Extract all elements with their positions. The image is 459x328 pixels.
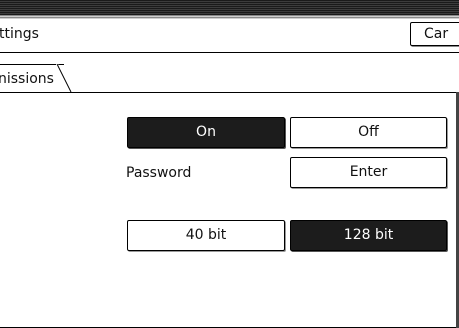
tab-permissions-label: nissions bbox=[0, 71, 54, 87]
key-40-bit-button[interactable]: 40 bit bbox=[127, 220, 285, 251]
encryption-off-button[interactable]: Off bbox=[290, 117, 447, 148]
encryption-on-button[interactable]: On bbox=[127, 117, 285, 148]
cancel-button[interactable]: Car bbox=[410, 22, 459, 46]
settings-title: ttings bbox=[0, 26, 39, 42]
title-bar-stripes bbox=[0, 0, 459, 19]
tab-permissions-edge bbox=[56, 64, 72, 92]
key-128-bit-button[interactable]: 128 bit bbox=[290, 220, 447, 251]
settings-screen: ttings Car nissions On Off Password Ente… bbox=[0, 0, 459, 328]
password-enter-button[interactable]: Enter bbox=[290, 157, 447, 188]
header-divider bbox=[0, 52, 459, 53]
password-label: Password bbox=[126, 165, 192, 181]
